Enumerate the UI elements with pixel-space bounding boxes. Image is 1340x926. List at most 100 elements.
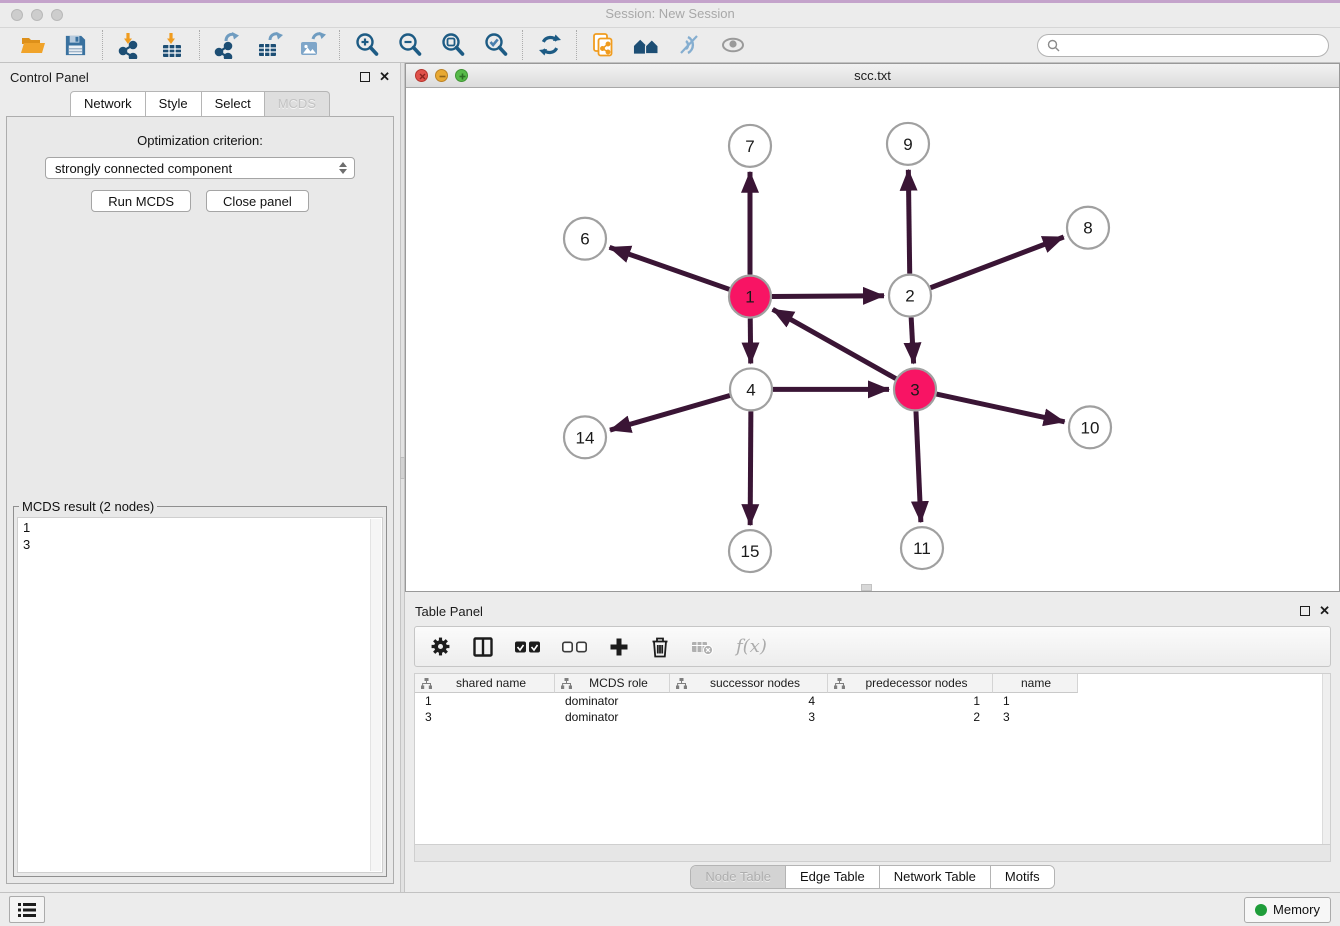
mcds-result-text[interactable]: 1 3	[17, 517, 383, 873]
home-fit-content-icon[interactable]	[633, 32, 660, 59]
close-table-panel-icon[interactable]: ✕	[1319, 606, 1330, 616]
panel-splitter-vertical[interactable]	[400, 63, 405, 892]
edge-2-8[interactable]	[931, 237, 1064, 288]
edge-2-9[interactable]	[908, 170, 909, 274]
zoom-in-icon[interactable]	[353, 32, 380, 59]
tab-node-table[interactable]: Node Table	[691, 866, 785, 888]
canvas-scroll-handle[interactable]	[861, 584, 872, 591]
run-mcds-button[interactable]: Run MCDS	[91, 190, 191, 212]
zoom-fit-icon[interactable]	[439, 32, 466, 59]
cell-MCDS-role[interactable]: dominator	[555, 694, 670, 708]
node-3[interactable]: 3	[894, 368, 936, 410]
cell-name[interactable]: 3	[993, 710, 1078, 724]
zoom-out-icon[interactable]	[396, 32, 423, 59]
search-box[interactable]	[1037, 34, 1329, 57]
edge-3-11[interactable]	[916, 411, 921, 522]
optimization-criterion-dropdown[interactable]: strongly connected component	[45, 157, 355, 179]
window-traffic-lights[interactable]	[11, 9, 63, 21]
tab-edge-table[interactable]: Edge Table	[785, 866, 879, 888]
network-close-icon[interactable]	[415, 69, 428, 82]
tab-select[interactable]: Select	[202, 91, 265, 117]
column-header-name[interactable]: name	[993, 674, 1078, 693]
cell-successor-nodes[interactable]: 3	[670, 710, 828, 724]
edge-3-10[interactable]	[936, 394, 1064, 422]
export-image-icon[interactable]	[299, 32, 326, 59]
zoom-selected-icon[interactable]	[482, 32, 509, 59]
edge-3-1[interactable]	[773, 309, 896, 378]
close-window-icon[interactable]	[11, 9, 23, 21]
cell-name[interactable]: 1	[993, 694, 1078, 708]
column-header-shared-name[interactable]: shared name	[415, 674, 555, 693]
delete-row-icon[interactable]	[650, 636, 670, 658]
column-header-MCDS-role[interactable]: MCDS role	[555, 674, 670, 693]
delete-table-icon[interactable]	[691, 638, 715, 656]
add-row-icon[interactable]	[609, 637, 629, 657]
node-14[interactable]: 14	[564, 416, 606, 458]
node-15[interactable]: 15	[729, 530, 771, 572]
cell-successor-nodes[interactable]: 4	[670, 694, 828, 708]
open-session-icon[interactable]	[19, 32, 46, 59]
table-scrollbar[interactable]	[1322, 674, 1330, 844]
cell-shared-name[interactable]: 1	[415, 694, 555, 708]
minimize-window-icon[interactable]	[31, 9, 43, 21]
task-history-button[interactable]	[9, 896, 45, 923]
edge-2-3[interactable]	[911, 318, 913, 364]
edge-4-15[interactable]	[750, 411, 751, 525]
splitter-handle[interactable]	[400, 457, 405, 479]
close-panel-icon[interactable]: ✕	[379, 72, 390, 82]
network-minimize-icon[interactable]	[435, 69, 448, 82]
memory-button[interactable]: Memory	[1244, 897, 1331, 923]
node-11[interactable]: 11	[901, 527, 943, 569]
network-graph[interactable]: 7 9 6 8 1 2 4 3 14 10 15 11	[406, 88, 1339, 591]
node-9[interactable]: 9	[887, 123, 929, 165]
float-table-panel-icon[interactable]	[1300, 606, 1310, 616]
import-table-icon[interactable]	[159, 32, 186, 59]
cell-predecessor-nodes[interactable]: 1	[828, 694, 993, 708]
network-overview-eye-icon[interactable]	[719, 32, 746, 59]
import-network-icon[interactable]	[116, 32, 143, 59]
save-session-icon[interactable]	[62, 32, 89, 59]
network-maximize-icon[interactable]	[455, 69, 468, 82]
edge-1-2[interactable]	[772, 296, 884, 297]
tab-style[interactable]: Style	[146, 91, 202, 117]
cell-predecessor-nodes[interactable]: 2	[828, 710, 993, 724]
column-layout-icon[interactable]	[472, 636, 494, 658]
function-builder-icon[interactable]: f(x)	[736, 636, 767, 657]
node-10[interactable]: 10	[1069, 406, 1111, 448]
export-network-icon[interactable]	[213, 32, 240, 59]
table-row[interactable]: 3dominator323	[415, 709, 1330, 725]
select-all-checkboxes-icon[interactable]	[515, 641, 541, 653]
search-input[interactable]	[1066, 38, 1319, 53]
edge-1-6[interactable]	[610, 247, 730, 289]
tab-mcds[interactable]: MCDS	[265, 91, 330, 117]
result-scrollbar[interactable]	[370, 519, 381, 871]
export-table-icon[interactable]	[256, 32, 283, 59]
network-canvas[interactable]: 7 9 6 8 1 2 4 3 14 10 15 11	[406, 88, 1339, 591]
node-4[interactable]: 4	[730, 368, 772, 410]
tab-network[interactable]: Network	[70, 91, 146, 117]
close-panel-button[interactable]: Close panel	[206, 190, 309, 212]
node-8[interactable]: 8	[1067, 207, 1109, 249]
column-header-predecessor-nodes[interactable]: predecessor nodes	[828, 674, 993, 693]
cell-shared-name[interactable]: 3	[415, 710, 555, 724]
table-row[interactable]: 1dominator411	[415, 693, 1330, 709]
tab-network-table[interactable]: Network Table	[879, 866, 990, 888]
table-hscroll-area[interactable]	[414, 845, 1331, 862]
settings-gear-icon[interactable]	[430, 636, 451, 657]
application-window: Session: New Session	[0, 0, 1340, 926]
edge-4-14[interactable]	[610, 395, 730, 430]
deselect-all-checkboxes-icon[interactable]	[562, 641, 588, 653]
clone-network-icon[interactable]	[590, 32, 617, 59]
hide-graphics-details-icon[interactable]	[676, 32, 703, 59]
column-header-successor-nodes[interactable]: successor nodes	[670, 674, 828, 693]
node-1[interactable]: 1	[729, 276, 771, 318]
cell-MCDS-role[interactable]: dominator	[555, 710, 670, 724]
list-icon	[17, 902, 37, 918]
node-6[interactable]: 6	[564, 218, 606, 260]
maximize-window-icon[interactable]	[51, 9, 63, 21]
float-panel-icon[interactable]	[360, 72, 370, 82]
tab-motifs[interactable]: Motifs	[990, 866, 1054, 888]
refresh-view-icon[interactable]	[536, 32, 563, 59]
node-2[interactable]: 2	[889, 275, 931, 317]
node-7[interactable]: 7	[729, 125, 771, 167]
